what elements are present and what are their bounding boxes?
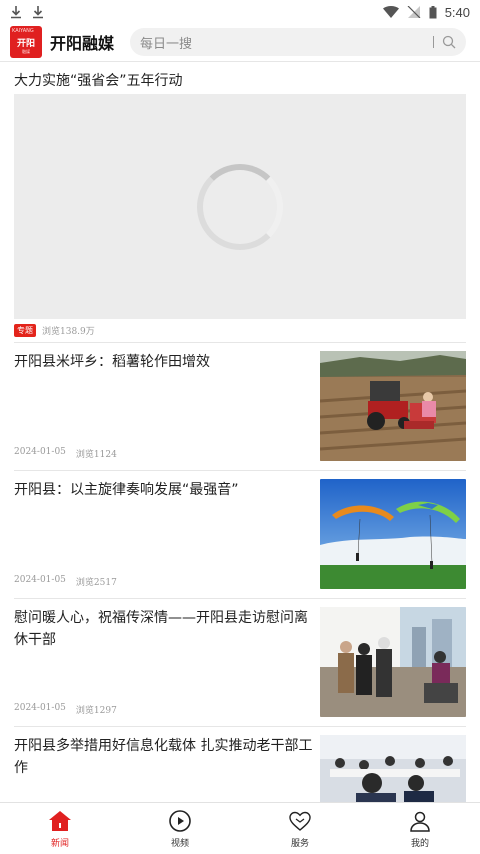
news-title[interactable]: 开阳县米坪乡：稻薯轮作田增效 <box>14 351 314 373</box>
logo-top-text: KAIYANG <box>12 28 34 34</box>
news-title[interactable]: 慰问暖人心，祝福传深情——开阳县走访慰问离休干部 <box>14 607 314 651</box>
news-date: 2024-01-05 <box>14 447 66 457</box>
search-bar[interactable]: 每日一搜 <box>130 28 467 56</box>
nav-label: 服务 <box>290 839 309 849</box>
user-icon <box>410 811 430 832</box>
news-views: 浏览2517 <box>75 578 117 588</box>
featured-meta: 专题 浏览138.9万 <box>14 324 95 337</box>
news-views: 浏览1297 <box>75 706 117 716</box>
app-header: KAIYANG 开阳 融媒 开阳融媒 每日一搜 <box>0 24 480 60</box>
nav-label: 视频 <box>170 839 189 849</box>
status-right: 5:40 <box>382 4 470 20</box>
header-divider <box>0 61 480 62</box>
visit-photo <box>320 607 466 717</box>
nav-label: 我的 <box>410 839 429 849</box>
status-time: 5:40 <box>444 4 470 20</box>
home-icon <box>49 811 71 831</box>
news-item[interactable]: 开阳县米坪乡：稻薯轮作田增效 2024-01-05 浏览1124 <box>14 342 466 470</box>
battery-icon <box>429 5 437 18</box>
wifi-icon <box>382 6 399 18</box>
news-meta: 2024-01-05 浏览1124 <box>14 447 117 460</box>
news-date: 2024-01-05 <box>14 703 66 713</box>
featured-title[interactable]: 大力实施“强省会”五年行动 <box>14 70 183 90</box>
bottom-navigation: 新闻 视频 服务 我的 <box>0 802 480 854</box>
news-thumbnail[interactable] <box>320 351 466 461</box>
nav-item-video[interactable]: 视频 <box>120 803 240 854</box>
news-title[interactable]: 开阳县多举措用好信息化载体 扎实推动老干部工作 <box>14 735 314 779</box>
meeting-photo <box>320 735 466 802</box>
topic-tag: 专题 <box>14 324 36 337</box>
search-placeholder[interactable]: 每日一搜 <box>140 33 433 52</box>
logo-sub-text: 融媒 <box>22 49 30 54</box>
search-icon[interactable] <box>442 35 456 49</box>
farm-photo <box>320 351 466 461</box>
news-title[interactable]: 开阳县：以主旋律奏响发展“最强音” <box>14 479 314 501</box>
play-circle-icon <box>169 810 191 832</box>
status-bar: 5:40 <box>0 0 480 24</box>
download-icon <box>11 6 21 19</box>
nav-item-service[interactable]: 服务 <box>240 803 360 854</box>
heart-icon <box>289 811 311 831</box>
news-item[interactable]: 慰问暖人心，祝福传深情——开阳县走访慰问离休干部 2024-01-05 浏览12… <box>14 598 466 726</box>
news-thumbnail[interactable] <box>320 607 466 717</box>
news-thumbnail[interactable] <box>320 735 466 802</box>
search-divider <box>433 36 435 48</box>
news-date: 2024-01-05 <box>14 575 66 585</box>
featured-views: 浏览138.9万 <box>42 327 95 337</box>
download-icon <box>33 6 43 19</box>
news-views: 浏览1124 <box>75 450 117 460</box>
signal-off-icon <box>407 6 421 18</box>
status-left <box>10 5 44 19</box>
loading-spinner-icon <box>197 164 283 250</box>
news-item[interactable]: 开阳县：以主旋律奏响发展“最强音” 2024-01-05 浏览2517 <box>14 470 466 598</box>
news-meta: 2024-01-05 浏览1297 <box>14 703 117 716</box>
logo-main-text: 开阳 <box>16 39 35 49</box>
news-thumbnail[interactable] <box>320 479 466 589</box>
paraglide-photo <box>320 479 466 589</box>
news-item[interactable]: 开阳县多举措用好信息化载体 扎实推动老干部工作 <box>14 726 466 802</box>
nav-item-news[interactable]: 新闻 <box>0 803 120 854</box>
nav-label: 新闻 <box>50 839 69 849</box>
app-title: 开阳融媒 <box>50 34 115 53</box>
news-meta: 2024-01-05 浏览2517 <box>14 575 117 588</box>
featured-image[interactable] <box>14 94 466 319</box>
app-logo[interactable]: KAIYANG 开阳 融媒 <box>10 26 42 58</box>
nav-item-profile[interactable]: 我的 <box>360 803 480 854</box>
